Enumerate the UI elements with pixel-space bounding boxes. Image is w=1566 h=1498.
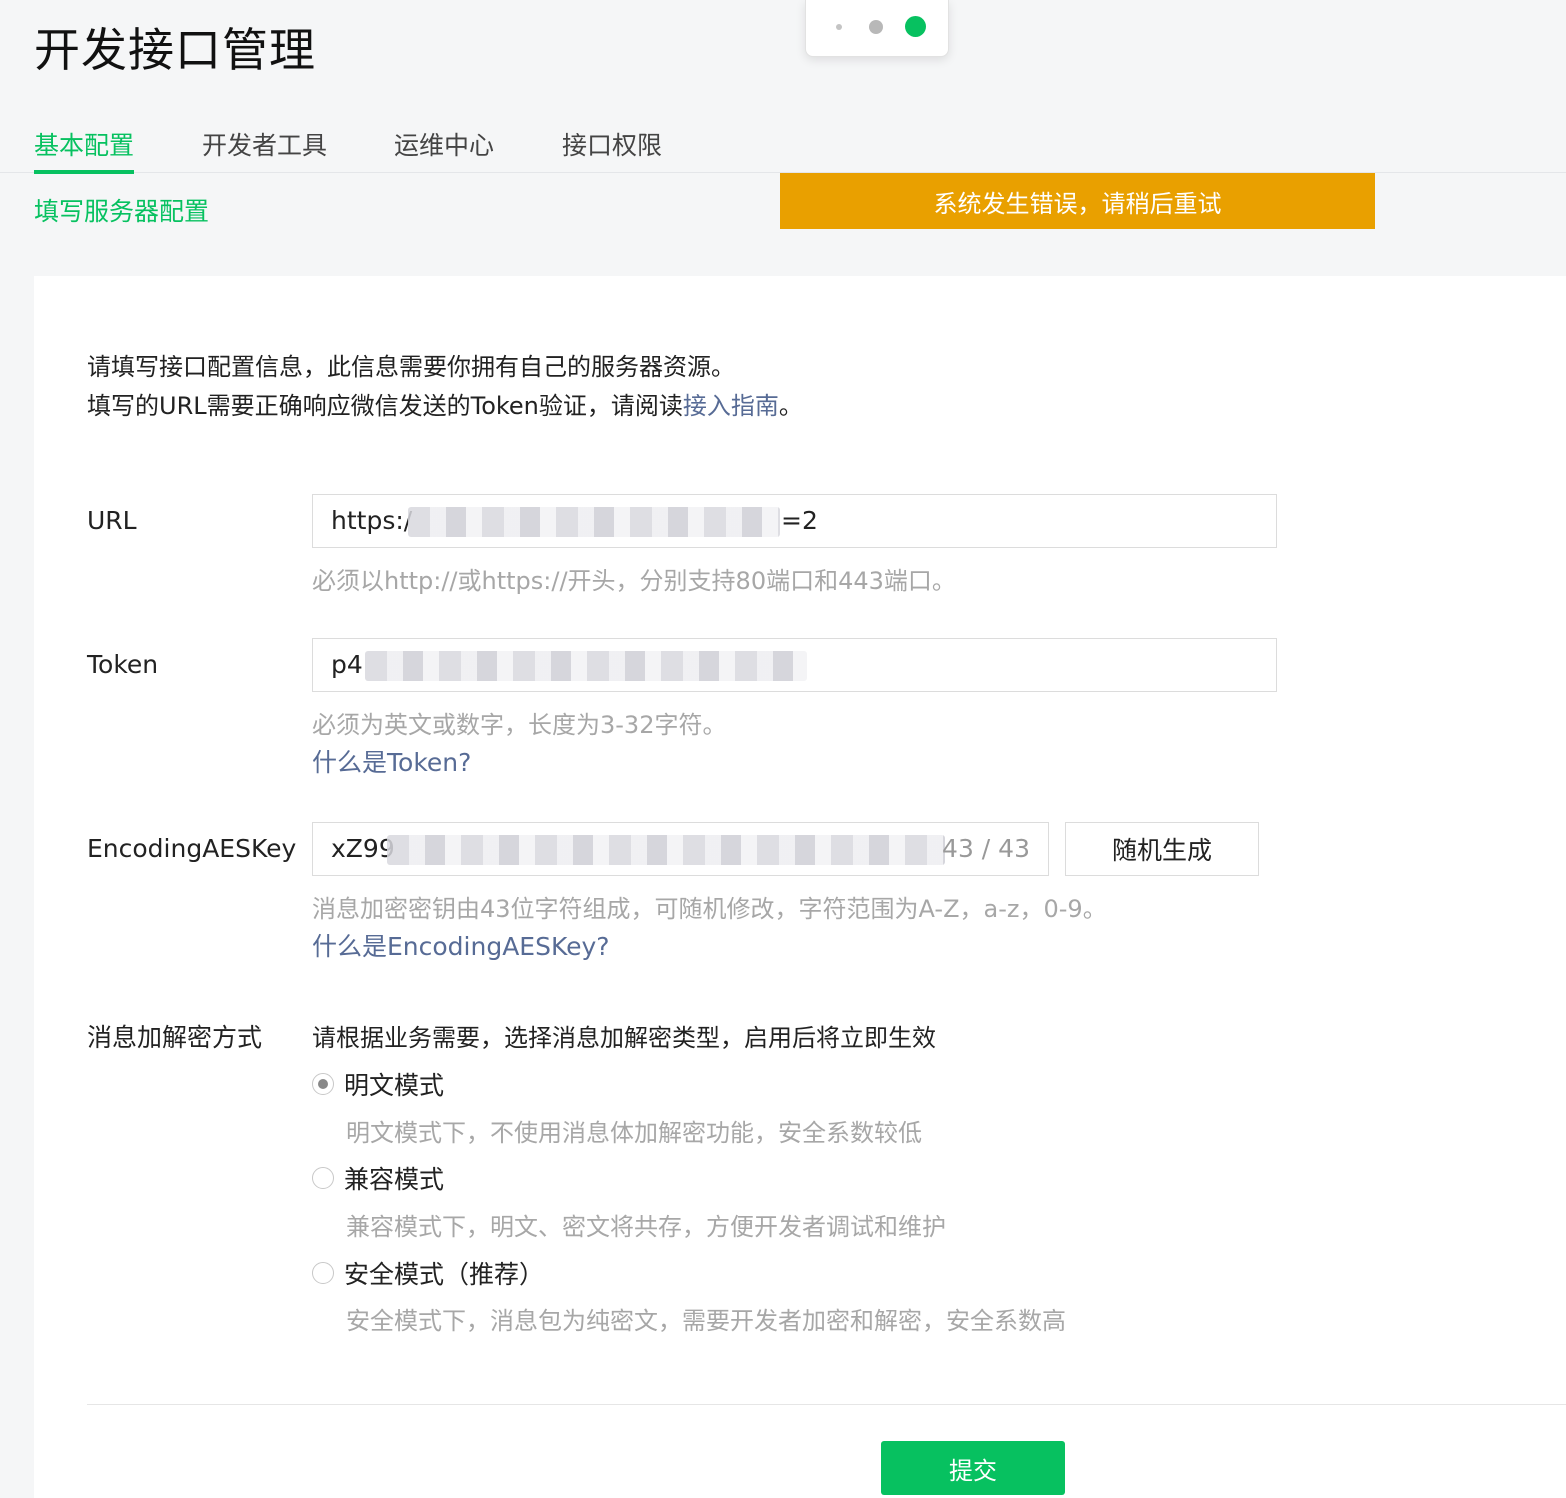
aes-key-input[interactable]: xZ99 43 / 43	[312, 822, 1049, 876]
redacted-blur	[387, 835, 945, 865]
token-input[interactable]: p4	[312, 638, 1277, 692]
section-subtitle: 填写服务器配置	[34, 197, 210, 226]
divider	[87, 1404, 1566, 1405]
radio-compatible-desc: 兼容模式下，明文、密文将共存，方便开发者调试和维护	[346, 1213, 946, 1241]
tab-bar: 基本配置 开发者工具 运维中心 接口权限	[0, 118, 1566, 174]
intro-line-2-prefix: 填写的URL需要正确响应微信发送的Token验证，请阅读	[87, 392, 683, 420]
tab-basic-config[interactable]: 基本配置	[34, 126, 135, 174]
tab-ops-center[interactable]: 运维中心	[394, 126, 494, 170]
token-label: Token	[87, 650, 159, 679]
radio-secure[interactable]: 安全模式（推荐）	[312, 1255, 544, 1291]
loading-dot-small	[836, 24, 842, 30]
url-value-start: https:/	[331, 506, 413, 535]
radio-secure-label: 安全模式（推荐）	[344, 1260, 545, 1289]
url-input[interactable]: https:/ =2	[312, 494, 1277, 548]
url-value-end: =2	[781, 506, 818, 535]
intro-line-1: 请填写接口配置信息，此信息需要你拥有自己的服务器资源。	[87, 353, 735, 381]
radio-secure-circle[interactable]	[312, 1262, 334, 1284]
token-hint: 必须为英文或数字，长度为3-32字符。	[312, 711, 727, 739]
radio-compatible[interactable]: 兼容模式	[312, 1160, 444, 1196]
radio-plaintext-desc: 明文模式下，不使用消息体加解密功能，安全系数较低	[346, 1119, 922, 1147]
radio-secure-desc: 安全模式下，消息包为纯密文，需要开发者加密和解密，安全系数高	[346, 1307, 1066, 1335]
config-card: 请填写接口配置信息，此信息需要你拥有自己的服务器资源。 填写的URL需要正确响应…	[34, 276, 1566, 1498]
aes-key-value-start: xZ99	[331, 834, 395, 863]
intro-text: 请填写接口配置信息，此信息需要你拥有自己的服务器资源。 填写的URL需要正确响应…	[87, 348, 803, 426]
tab-developer-tools[interactable]: 开发者工具	[202, 126, 327, 170]
radio-compatible-label: 兼容模式	[344, 1165, 445, 1194]
intro-line-2-suffix: 。	[778, 392, 803, 420]
radio-plaintext-label: 明文模式	[344, 1071, 445, 1100]
submit-button[interactable]: 提交	[881, 1441, 1065, 1495]
redacted-blur	[408, 507, 780, 537]
access-guide-link[interactable]: 接入指南	[683, 392, 779, 420]
error-banner: 系统发生错误，请稍后重试	[780, 173, 1375, 229]
tab-api-permissions[interactable]: 接口权限	[562, 126, 662, 170]
loading-dot-active	[905, 16, 926, 37]
encryption-desc: 请根据业务需要，选择消息加解密类型，启用后将立即生效	[312, 1024, 936, 1052]
url-hint: 必须以http://或https://开头，分别支持80端口和443端口。	[312, 567, 956, 595]
loading-indicator	[805, 0, 949, 57]
random-generate-button[interactable]: 随机生成	[1065, 822, 1259, 876]
aes-key-counter: 43 / 43	[942, 834, 1030, 863]
redacted-blur	[365, 651, 807, 681]
aes-key-hint: 消息加密密钥由43位字符组成，可随机修改，字符范围为A-Z，a-z，0-9。	[312, 895, 1107, 923]
what-is-token-link[interactable]: 什么是Token?	[312, 743, 471, 779]
url-label: URL	[87, 506, 137, 535]
token-value-start: p4	[331, 650, 363, 679]
radio-plaintext[interactable]: 明文模式	[312, 1066, 444, 1102]
encryption-label: 消息加解密方式	[87, 1023, 263, 1052]
what-is-aes-key-link[interactable]: 什么是EncodingAESKey?	[312, 927, 610, 963]
radio-compatible-circle[interactable]	[312, 1167, 334, 1189]
aes-key-label: EncodingAESKey	[87, 834, 297, 863]
radio-plaintext-circle[interactable]	[312, 1073, 334, 1095]
loading-dot-medium	[869, 20, 883, 34]
page-title: 开发接口管理	[34, 23, 316, 77]
intro-line-2: 填写的URL需要正确响应微信发送的Token验证，请阅读接入指南。	[87, 387, 803, 426]
